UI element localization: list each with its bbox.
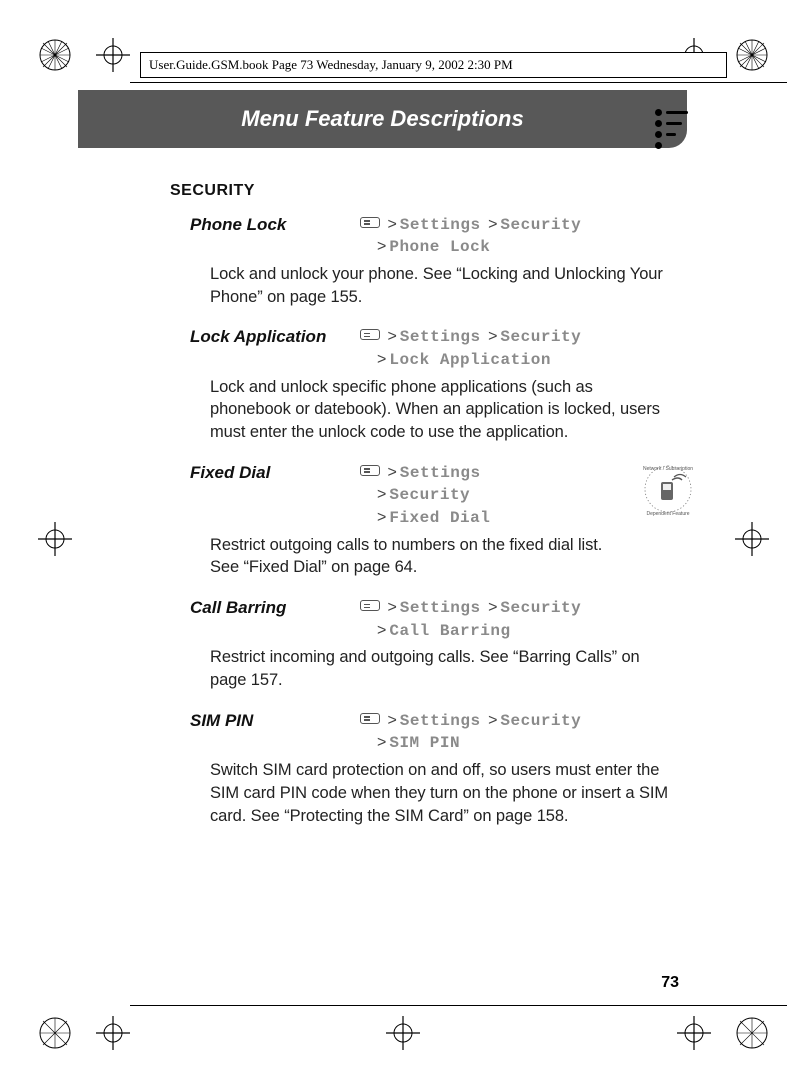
feature-block: SIM PIN >Settings >Security >SIM PIN Swi… <box>170 710 687 827</box>
crop-mark-icon <box>96 38 130 72</box>
page-content: SECURITY Phone Lock >Settings >Security … <box>170 180 687 845</box>
page-number: 73 <box>661 974 679 992</box>
svg-text:Dependent Feature: Dependent Feature <box>646 511 689 517</box>
feature-block: Lock Application >Settings >Security >Lo… <box>170 326 687 443</box>
path-item: Settings <box>400 216 481 234</box>
path-item: SIM PIN <box>389 734 460 752</box>
feature-description: Lock and unlock specific phone applicati… <box>170 376 687 444</box>
feature-name: SIM PIN <box>170 710 360 733</box>
registration-mark-icon <box>735 1016 769 1050</box>
path-item: Fixed Dial <box>389 509 490 527</box>
crop-mark-icon <box>677 1016 711 1050</box>
feature-path: >Settings >Security >Lock Application <box>360 326 687 371</box>
menu-key-icon <box>360 329 380 340</box>
menu-key-icon <box>360 465 380 476</box>
path-item: Settings <box>400 712 481 730</box>
feature-name: Call Barring <box>170 597 360 620</box>
list-icon <box>655 108 695 144</box>
feature-block: Call Barring >Settings >Security >Call B… <box>170 597 687 692</box>
network-dependent-icon: Network / Subscription Dependent Feature <box>639 460 697 525</box>
path-item: Settings <box>400 464 481 482</box>
frame-line <box>130 1005 787 1006</box>
frame-line <box>130 82 787 83</box>
path-item: Lock Application <box>389 351 551 369</box>
crop-mark-icon <box>38 522 72 556</box>
feature-name: Phone Lock <box>170 214 360 237</box>
feature-path: >Settings >Security >Phone Lock <box>360 214 687 259</box>
path-item: Security <box>389 486 470 504</box>
feature-path: >Settings >Security >Call Barring <box>360 597 687 642</box>
crop-mark-icon <box>735 522 769 556</box>
feature-block: Phone Lock >Settings >Security >Phone Lo… <box>170 214 687 309</box>
feature-description: Lock and unlock your phone. See “Locking… <box>170 263 687 309</box>
path-item: Security <box>500 712 581 730</box>
doc-meta-text: User.Guide.GSM.book Page 73 Wednesday, J… <box>149 57 513 72</box>
registration-mark-icon <box>735 38 769 72</box>
chapter-title: Menu Feature Descriptions <box>241 106 523 132</box>
path-item: Security <box>500 216 581 234</box>
feature-description: Switch SIM card protection on and off, s… <box>170 759 687 827</box>
registration-mark-icon <box>38 38 72 72</box>
feature-path: >Settings >Security >Fixed Dial <box>360 462 687 530</box>
path-item: Settings <box>400 599 481 617</box>
registration-mark-icon <box>38 1016 72 1050</box>
feature-name: Fixed Dial <box>170 462 360 485</box>
chapter-title-tab: Menu Feature Descriptions <box>78 90 687 148</box>
crop-mark-icon <box>96 1016 130 1050</box>
path-item: Call Barring <box>389 622 510 640</box>
menu-key-icon <box>360 217 380 228</box>
menu-key-icon <box>360 713 380 724</box>
path-item: Security <box>500 328 581 346</box>
feature-path: >Settings >Security >SIM PIN <box>360 710 687 755</box>
doc-meta-bar: User.Guide.GSM.book Page 73 Wednesday, J… <box>140 52 727 78</box>
menu-key-icon <box>360 600 380 611</box>
feature-description: Restrict incoming and outgoing calls. Se… <box>170 646 687 692</box>
feature-name: Lock Application <box>170 326 360 349</box>
crop-mark-icon <box>386 1016 420 1050</box>
path-item: Security <box>500 599 581 617</box>
feature-block: Fixed Dial >Settings >Security >Fixed Di… <box>170 462 687 579</box>
path-item: Phone Lock <box>389 238 490 256</box>
path-item: Settings <box>400 328 481 346</box>
section-heading: SECURITY <box>170 180 687 202</box>
svg-text:Network / Subscription: Network / Subscription <box>643 466 693 472</box>
feature-description: Restrict outgoing calls to numbers on th… <box>170 534 687 580</box>
